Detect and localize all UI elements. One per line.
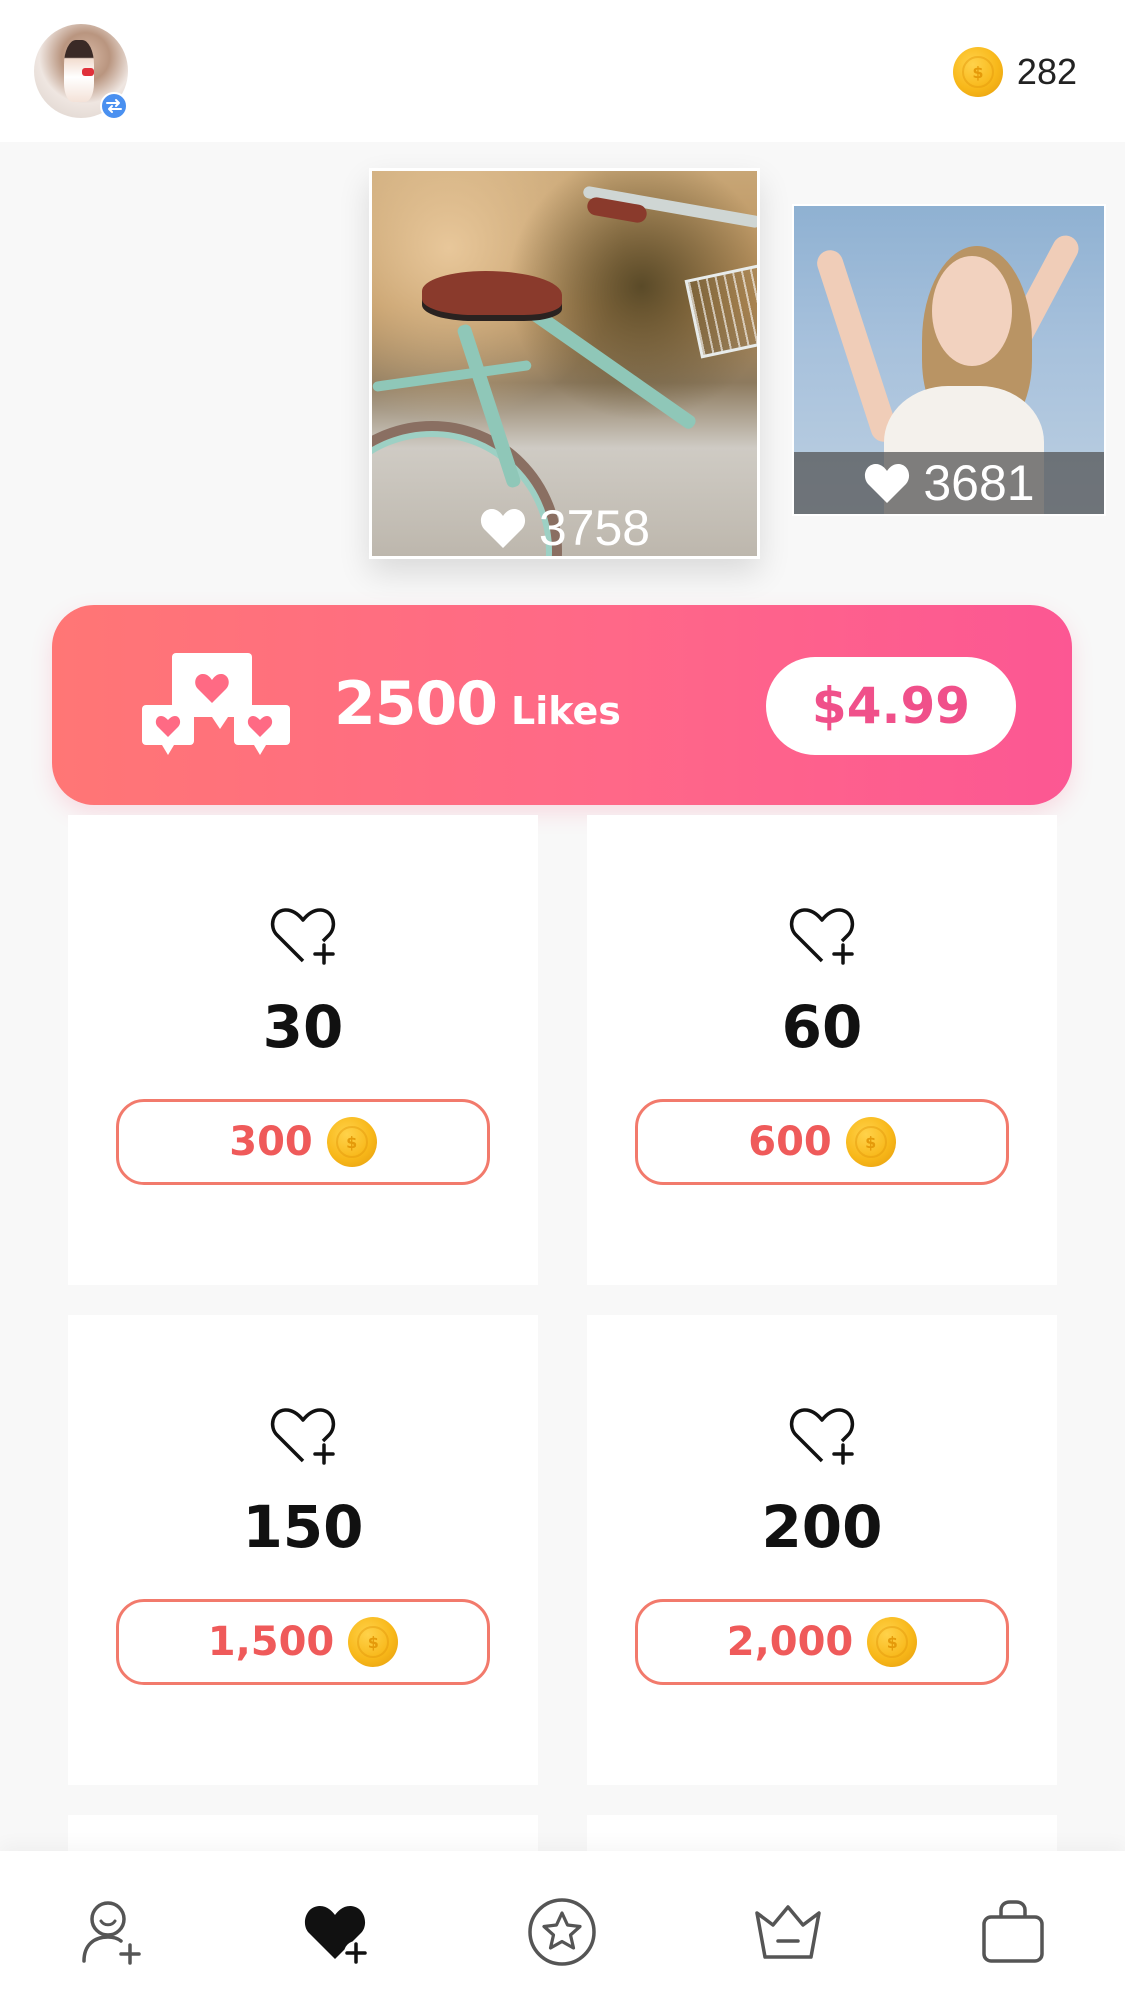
promo-unit: Likes — [511, 689, 621, 733]
package-cost: 2,000 — [726, 1619, 854, 1665]
swap-account-icon[interactable] — [100, 92, 128, 120]
photo-card-current[interactable]: 3758 — [369, 168, 760, 559]
coin-icon: $ — [867, 1617, 918, 1667]
package-buy-button[interactable]: 1,500 $ — [116, 1599, 490, 1685]
package-buy-button[interactable]: 2,000 $ — [635, 1599, 1009, 1685]
heart-icon — [480, 508, 525, 548]
avatar-detail — [82, 68, 94, 76]
coin-balance[interactable]: $ 282 — [952, 46, 1077, 98]
package-likes: 200 — [761, 1493, 883, 1561]
package-likes: 150 — [242, 1493, 364, 1561]
photo-bicycle: 3758 — [372, 171, 757, 556]
package-card-200[interactable]: 200 2,000 $ — [587, 1315, 1057, 1785]
photo-woman: 3681 — [794, 206, 1104, 514]
coin-icon: $ — [326, 1117, 377, 1167]
crown-icon — [755, 1905, 821, 1959]
photo-like-count: 3681 — [794, 452, 1104, 514]
heart-icon — [865, 463, 910, 503]
package-cost: 1,500 — [207, 1619, 335, 1665]
star-circle-icon — [528, 1898, 596, 1966]
like-count-text: 3758 — [538, 500, 651, 556]
package-buy-button[interactable]: 600 $ — [635, 1099, 1009, 1185]
promo-buy-button[interactable]: $4.99 — [766, 657, 1016, 755]
hearts-bubbles-icon — [142, 653, 290, 755]
package-buy-button[interactable]: 300 $ — [116, 1099, 490, 1185]
photo-card-next[interactable]: 3681 — [792, 204, 1106, 516]
coin-balance-value: 282 — [1016, 51, 1077, 92]
heart-plus-icon — [789, 908, 855, 965]
promo-banner[interactable]: 2500 Likes $4.99 — [52, 605, 1072, 805]
top-bar: $ 282 — [0, 0, 1125, 142]
heart-plus-icon — [270, 1408, 336, 1465]
nav-follower-tab[interactable] — [78, 1897, 148, 1967]
package-cost: 600 — [748, 1119, 832, 1165]
nav-likes-tab[interactable] — [302, 1897, 372, 1967]
nav-shop-tab[interactable] — [978, 1897, 1048, 1967]
bottom-nav — [0, 1851, 1125, 2001]
promo-title: 2500 Likes — [334, 669, 621, 739]
package-likes: 30 — [262, 993, 344, 1061]
package-card-60[interactable]: 60 600 $ — [587, 815, 1057, 1285]
heart-plus-icon — [789, 1408, 855, 1465]
package-card-30[interactable]: 30 300 $ — [68, 815, 538, 1285]
promo-amount: 2500 — [334, 669, 498, 739]
package-card-150[interactable]: 150 1,500 $ — [68, 1315, 538, 1785]
like-count-text: 3681 — [923, 455, 1035, 511]
coin-icon: $ — [348, 1617, 399, 1667]
heart-plus-icon — [270, 908, 336, 965]
coin-icon: $ — [845, 1117, 896, 1167]
package-cost: 300 — [229, 1119, 313, 1165]
nav-featured-tab[interactable] — [527, 1897, 597, 1967]
heart-plus-icon — [304, 1905, 368, 1965]
swap-arrows-icon — [106, 99, 122, 113]
package-likes: 60 — [781, 993, 863, 1061]
coin-icon: $ — [952, 47, 1003, 97]
follower-add-icon — [82, 1901, 141, 1965]
photo-like-count: 3758 — [372, 500, 757, 556]
nav-vip-tab[interactable] — [753, 1897, 823, 1967]
shopping-bag-icon — [982, 1900, 1044, 1963]
